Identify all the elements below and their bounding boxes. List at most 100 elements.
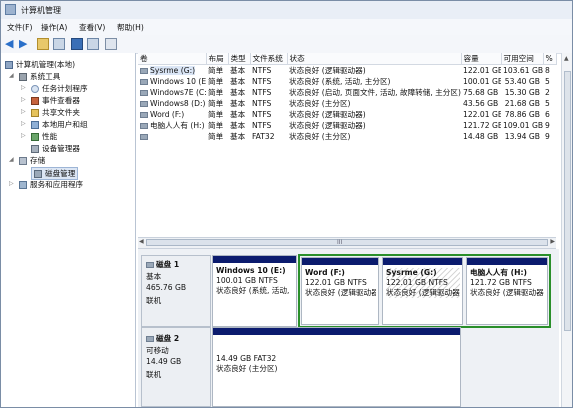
table-cell: 122.01 GB [463,66,501,75]
table-cell: 15.30 GB [504,88,540,97]
volume-name-cell [138,131,206,142]
vertical-scrollbar[interactable]: ▲ [561,53,572,407]
scroll-up-icon[interactable]: ▲ [564,55,569,62]
disk2-title: 磁盘 2 [146,333,179,344]
column-header-type[interactable]: 类型 [228,53,251,65]
tree-item-system-tools[interactable]: 系统工具 [19,71,60,82]
horizontal-scrollbar[interactable]: ◀ III ▶ [138,237,556,249]
menu-file[interactable]: 文件(F) [7,22,32,33]
disk2-info[interactable]: 磁盘 2 可移动 14.49 GB 联机 [141,327,211,407]
tree-item-event-viewer[interactable]: 事件查看器 [31,95,80,106]
expand-arrow-icon[interactable]: ◢ [9,72,14,79]
tree-item-computer-management[interactable]: 计算机管理(本地) [5,59,75,70]
collapse-arrow-icon[interactable]: ▷ [9,180,14,187]
performance-icon [31,133,39,141]
folder-up-icon[interactable] [37,38,49,50]
tree-item-local-users[interactable]: 本地用户和组 [31,119,88,130]
scroll-right-icon[interactable]: ▶ [550,238,555,245]
table-cell: 状态良好 (逻辑驱动器) [289,110,366,119]
device-icon [31,145,39,153]
forward-icon[interactable]: ▶ [19,38,31,50]
scroll-thumb[interactable]: III [146,239,548,246]
volume-table-header: 卷 布局 类型 文件系统 状态 容量 可用空间 % [138,53,557,65]
tree-item-device-manager[interactable]: 设备管理器 [31,143,80,154]
column-header-capacity[interactable]: 容量 [461,53,502,65]
disk2-size: 14.49 GB [146,357,182,366]
partition-status: 状态良好 (系统, 活动, [216,286,290,295]
title-bar: 计算机管理 [1,1,572,20]
column-header-percent[interactable]: % [543,53,557,65]
column-header-filesystem[interactable]: 文件系统 [250,53,288,65]
column-header-free-space[interactable]: 可用空间 [501,53,544,65]
event-icon [31,97,39,105]
table-cell: 简单 [208,132,224,141]
table-row[interactable]: Windows8 (D:) 简单 基本 NTFS 状态良好 (主分区) 43.5… [138,98,556,109]
collapse-arrow-icon[interactable]: ▷ [21,108,26,115]
table-cell: 状态良好 (逻辑驱动器) [289,66,366,75]
column-header-layout[interactable]: 布局 [206,53,229,65]
column-header-volume[interactable]: 卷 [138,53,207,65]
volume-table: 卷 布局 类型 文件系统 状态 容量 可用空间 % Sysrme (G:) 简单… [138,53,557,142]
disk-icon [34,170,42,178]
table-row[interactable]: Sysrme (G:) 简单 基本 NTFS 状态良好 (逻辑驱动器) 122.… [138,65,556,77]
folder-icon [31,109,39,117]
collapse-arrow-icon[interactable]: ▷ [21,84,26,91]
expand-arrow-icon[interactable]: ◢ [9,156,14,163]
table-cell: 100.01 GB [463,77,501,86]
partition-filesystem: 14.49 GB FAT32 [216,354,277,363]
volume-name-cell: Sysrme (G:) [138,65,206,77]
tree-item-shared-folders[interactable]: 共享文件夹 [31,107,80,118]
table-cell: 14.48 GB [463,132,499,141]
menu-action[interactable]: 操作(A) [41,22,67,33]
table-cell: NTFS [252,88,272,97]
scroll-left-icon[interactable]: ◀ [139,238,144,245]
collapse-arrow-icon[interactable]: ▷ [21,96,26,103]
back-icon[interactable]: ◀ [5,38,17,50]
scroll-grip-label: III [337,239,343,246]
partition-windows10-e[interactable]: Windows 10 (E:) 100.01 GB NTFS 状态良好 (系统,… [212,255,297,327]
disk1-info[interactable]: 磁盘 1 基本 465.76 GB 联机 [141,255,211,327]
table-row[interactable]: 电脑人人有 (H:) 简单 基本 NTFS 状态良好 (逻辑驱动器) 121.7… [138,120,556,131]
partition-filesystem: 121.72 GB NTFS [470,278,532,287]
toolbar: ◀ ▶ [1,35,572,54]
menu-help[interactable]: 帮助(H) [117,22,144,33]
partition-disk2[interactable]: 14.49 GB FAT32 状态良好 (主分区) [212,327,461,407]
tree-item-performance[interactable]: 性能 [31,131,57,142]
tree-item-task-scheduler[interactable]: 任务计划程序 [31,83,88,94]
tree-item-services-apps[interactable]: 服务和应用程序 [19,179,83,190]
column-header-status[interactable]: 状态 [287,53,462,65]
menu-bar: 文件(F) 操作(A) 查看(V) 帮助(H) [1,19,572,36]
collapse-arrow-icon[interactable]: ▷ [21,132,26,139]
table-cell: 43.56 GB [463,99,499,108]
window-title: 计算机管理 [21,6,61,15]
collapse-arrow-icon[interactable]: ▷ [21,120,26,127]
menu-view[interactable]: 查看(V) [79,22,105,33]
properties-icon[interactable] [87,38,99,50]
table-cell: 基本 [230,66,246,75]
disk1-size: 465.76 GB [146,283,187,292]
partition-diannaorenrenyou-h[interactable]: 电脑人人有 (H:) 121.72 GB NTFS 状态良好 (逻辑驱动器 [466,257,548,325]
volume-icon [140,79,148,85]
help-icon[interactable] [71,38,83,50]
partition-sysrme-g[interactable]: Sysrme (G:) 122.01 GB NTFS 状态良好 (逻辑驱动器) [382,257,463,325]
tools-icon [19,73,27,81]
table-row[interactable]: 简单 基本 FAT32 状态良好 (主分区) 14.48 GB 13.94 GB… [138,131,556,142]
table-row[interactable]: Windows 10 (E:) 简单 基本 NTFS 状态良好 (系统, 活动,… [138,76,556,87]
table-cell: NTFS [252,77,272,86]
table-row[interactable]: Word (F:) 简单 基本 NTFS 状态良好 (逻辑驱动器) 122.01… [138,109,556,120]
table-cell: 5 [545,77,550,86]
computer-icon [5,61,13,69]
table-cell: 9 [545,121,550,130]
table-cell: NTFS [252,110,272,119]
show-hide-tree-icon[interactable] [53,38,65,50]
scroll-thumb[interactable] [564,71,571,331]
table-row[interactable]: Windows7E (C:) 简单 基本 NTFS 状态良好 (启动, 页面文件… [138,87,556,98]
partition-word-f[interactable]: Word (F:) 122.01 GB NTFS 状态良好 (逻辑驱动器) [301,257,379,325]
view-icon[interactable] [105,38,117,50]
table-cell: 13.94 GB [504,132,540,141]
disk1-type: 基本 [146,272,162,281]
disk1-status: 联机 [146,296,162,305]
table-cell: 简单 [208,110,224,119]
partition-status: 状态良好 (逻辑驱动器 [470,288,544,297]
tree-item-storage[interactable]: 存储 [19,155,45,166]
